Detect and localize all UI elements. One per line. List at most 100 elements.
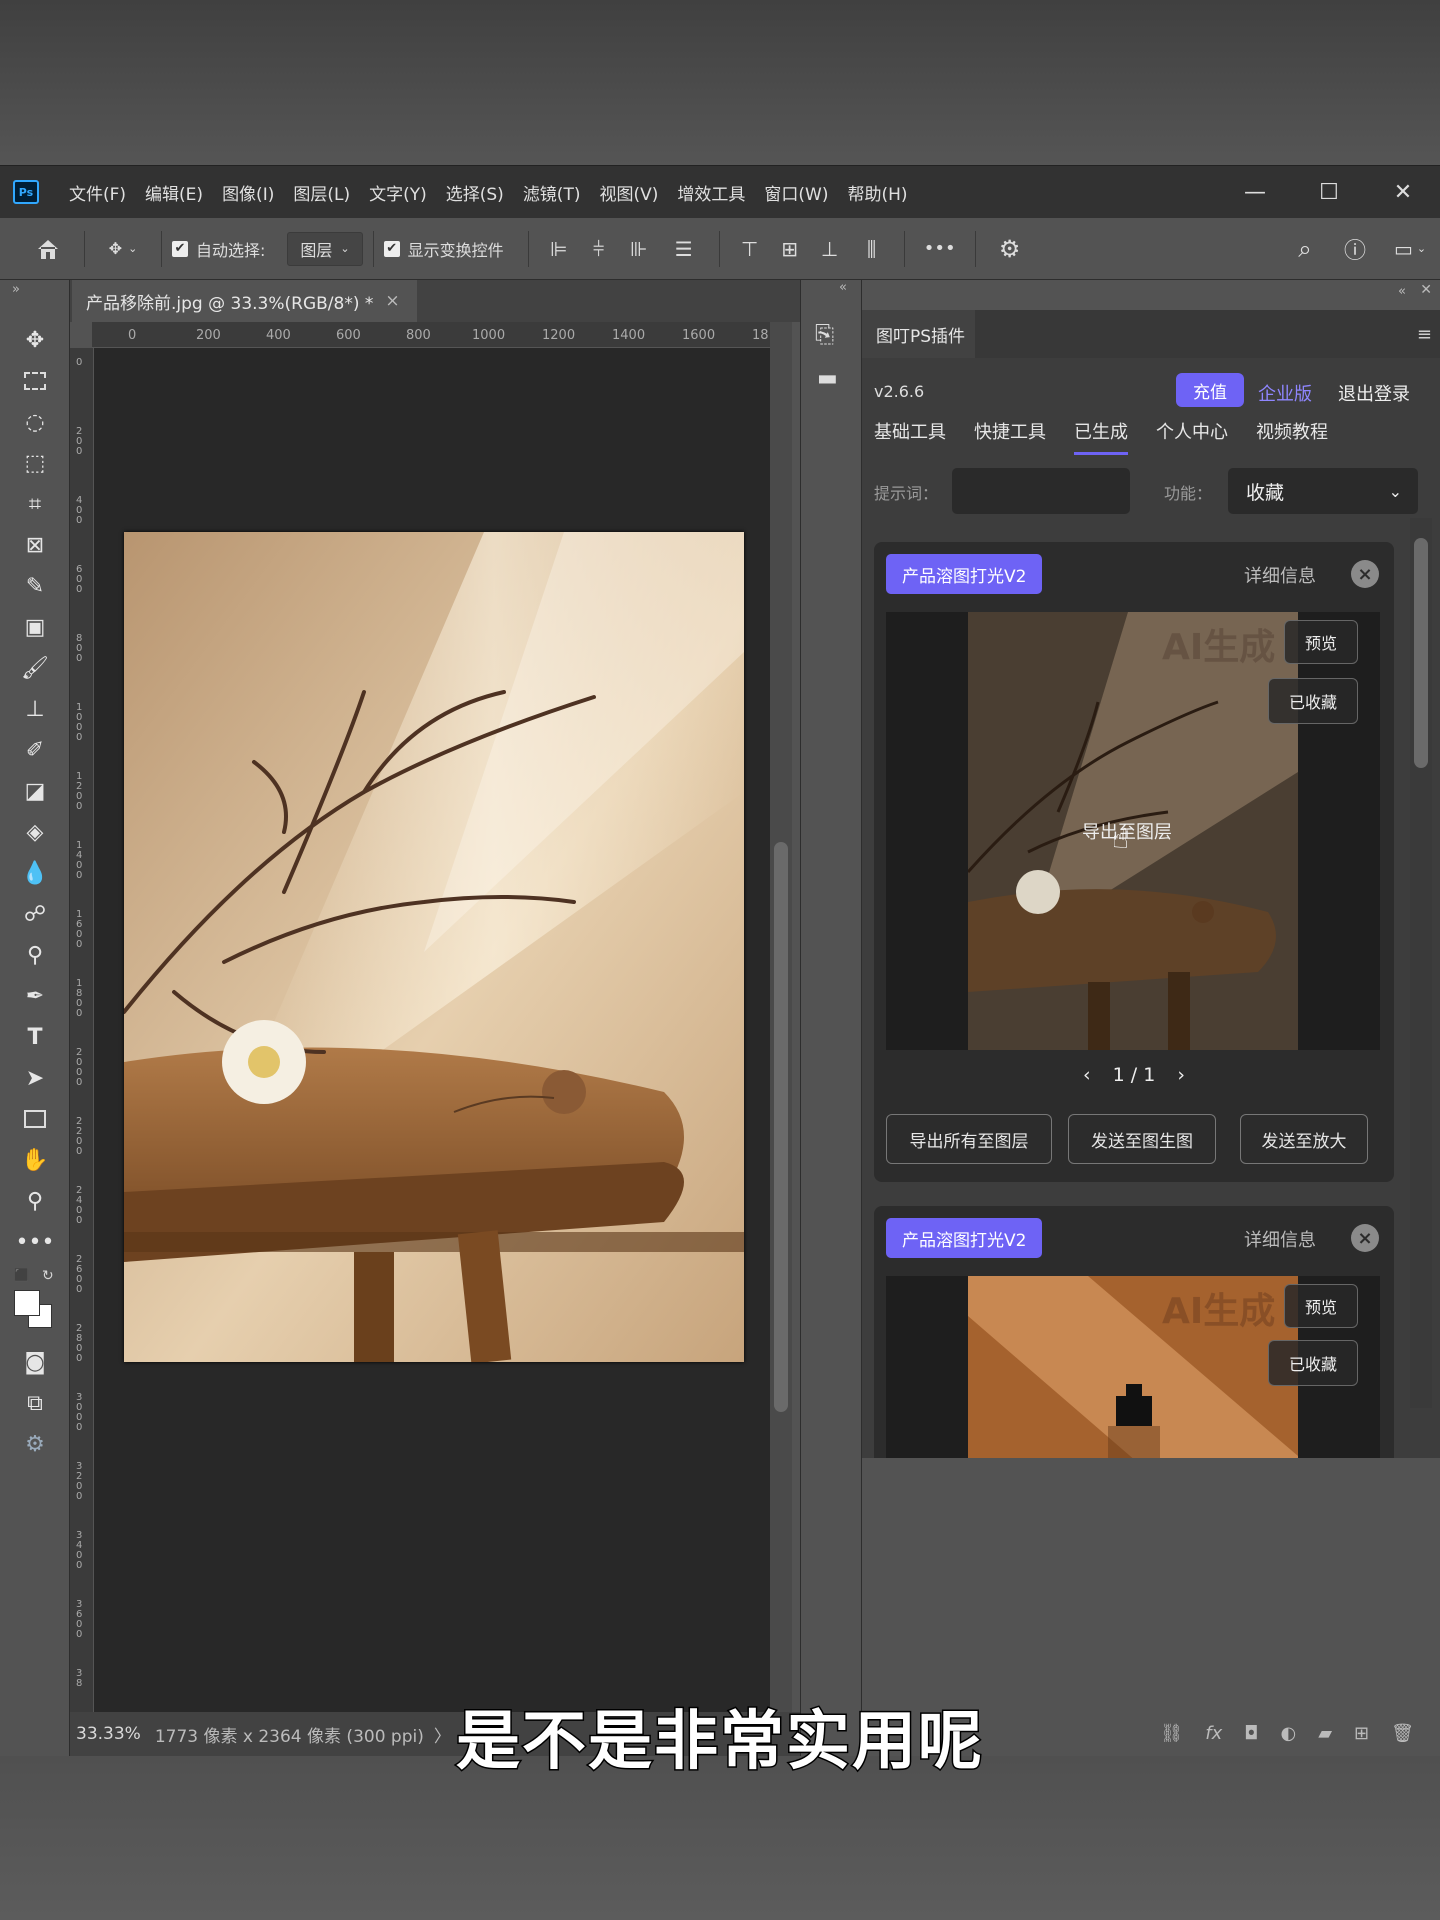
move-tool-preset-icon[interactable]: ✥ ⌄: [95, 239, 151, 258]
align-left-icon[interactable]: ⊫: [539, 237, 579, 261]
tab-basic-tools[interactable]: 基础工具: [874, 418, 946, 455]
expand-icon[interactable]: «: [839, 280, 847, 295]
color-swatches[interactable]: ⬛ ↻: [14, 1268, 54, 1328]
object-select-tool-icon[interactable]: ⬚: [14, 445, 56, 481]
favorited-button[interactable]: 已收藏: [1268, 1340, 1358, 1386]
paint-bucket-tool-icon[interactable]: ◈: [14, 814, 56, 850]
results-list: 产品溶图打光V2 详细信息 × AI生成 预览 已收藏 导出至图层 ☝ ‹ 1 …: [862, 542, 1410, 1458]
menu-select[interactable]: 选择(S): [446, 180, 504, 205]
minimize-button[interactable]: —: [1218, 166, 1292, 218]
close-button[interactable]: ✕: [1366, 166, 1440, 218]
document-tab[interactable]: 产品移除前.jpg @ 33.3%(RGB/8*) * ×: [72, 280, 417, 322]
comments-panel-icon[interactable]: ▬: [817, 366, 838, 391]
send-upscale-button[interactable]: 发送至放大: [1240, 1114, 1368, 1164]
rectangle-tool-icon[interactable]: [14, 1101, 56, 1137]
workspace-icon[interactable]: ▭ ⌄: [1380, 237, 1440, 261]
pen-tool-icon[interactable]: ✒: [14, 978, 56, 1014]
next-page-icon[interactable]: ›: [1177, 1064, 1185, 1086]
menu-type[interactable]: 文字(Y): [369, 180, 427, 205]
align-right-icon[interactable]: ⊪: [619, 237, 659, 261]
close-icon[interactable]: ×: [1351, 1224, 1379, 1252]
marquee-tool-icon[interactable]: [14, 363, 56, 399]
type-tool-icon[interactable]: T: [14, 1019, 56, 1055]
preview-button[interactable]: 预览: [1284, 620, 1358, 664]
tab-personal-center[interactable]: 个人中心: [1156, 418, 1228, 455]
close-icon[interactable]: ×: [1351, 560, 1379, 588]
align-middle-icon[interactable]: ⊞: [770, 237, 810, 261]
stamp-tool-icon[interactable]: ⊥: [14, 691, 56, 727]
crop-tool-icon[interactable]: ⌗: [14, 486, 56, 522]
blur-tool-icon[interactable]: 💧: [14, 855, 56, 891]
screen-mode-icon[interactable]: ⧉: [14, 1385, 56, 1421]
detail-link[interactable]: 详细信息: [1244, 562, 1316, 588]
move-tool-icon[interactable]: ✥: [14, 322, 56, 358]
panel-close-icon[interactable]: ✕: [1420, 282, 1432, 298]
zoom-tool-icon[interactable]: ⚲: [14, 1183, 56, 1219]
distribute-vertical-icon[interactable]: ⫼: [850, 237, 894, 261]
search-icon[interactable]: ⌕: [1280, 235, 1330, 263]
show-transform-checkbox[interactable]: ✔ 显示变换控件: [383, 237, 504, 261]
collapse-icon[interactable]: »: [12, 282, 20, 297]
menu-image[interactable]: 图像(I): [222, 180, 274, 205]
plugin-panel-tab[interactable]: 图叮PS插件: [862, 310, 975, 358]
close-tab-icon[interactable]: ×: [385, 291, 399, 311]
auto-select-dropdown[interactable]: 图层 ⌄: [287, 231, 363, 266]
menu-help[interactable]: 帮助(H): [847, 180, 907, 205]
tab-quick-tools[interactable]: 快捷工具: [974, 418, 1046, 455]
tab-video-tutorials[interactable]: 视频教程: [1256, 418, 1328, 455]
eraser-tool-icon[interactable]: ◪: [14, 773, 56, 809]
auto-select-checkbox[interactable]: ✔ 自动选择:: [172, 237, 265, 261]
align-center-icon[interactable]: ⫩: [579, 237, 619, 261]
ruler-v-label: 800: [76, 633, 83, 664]
result-thumbnail[interactable]: AI生成 预览 已收藏 导出至图层 ☝: [886, 612, 1380, 1050]
maximize-button[interactable]: ☐: [1292, 166, 1366, 218]
edit-toolbar-icon[interactable]: •••: [14, 1224, 56, 1260]
hand-tool-icon[interactable]: ✋: [14, 1142, 56, 1178]
tab-generated[interactable]: 已生成: [1074, 418, 1128, 455]
home-icon[interactable]: [22, 237, 74, 261]
prev-page-icon[interactable]: ‹: [1083, 1064, 1091, 1086]
smudge-tool-icon[interactable]: ☍: [14, 896, 56, 932]
gear-icon[interactable]: ⚙: [986, 235, 1034, 263]
detail-link[interactable]: 详细信息: [1244, 1226, 1316, 1252]
more-options-icon[interactable]: •••: [915, 238, 965, 259]
distribute-icon[interactable]: ☰: [659, 237, 709, 261]
panel-collapse-icon[interactable]: «: [1398, 284, 1406, 299]
panel-menu-icon[interactable]: ≡: [1417, 324, 1432, 345]
logout-link[interactable]: 退出登录: [1338, 380, 1410, 406]
send-img2img-button[interactable]: 发送至图生图: [1068, 1114, 1216, 1164]
menu-view[interactable]: 视图(V): [599, 180, 658, 205]
plugin-scrollbar[interactable]: [1410, 518, 1432, 1408]
lasso-tool-icon[interactable]: ◌: [14, 404, 56, 440]
preview-button[interactable]: 预览: [1284, 1284, 1358, 1328]
canvas-scrollbar[interactable]: [770, 322, 792, 1712]
menu-plugins[interactable]: 增效工具: [677, 180, 745, 205]
path-select-tool-icon[interactable]: ➤: [14, 1060, 56, 1096]
function-dropdown[interactable]: 收藏 ⌄: [1228, 468, 1418, 514]
favorited-button[interactable]: 已收藏: [1268, 678, 1358, 724]
eyedropper-tool-icon[interactable]: ✎: [14, 568, 56, 604]
generative-icon[interactable]: ⚙: [14, 1426, 56, 1462]
frame-tool-icon[interactable]: ⊠: [14, 527, 56, 563]
align-bottom-icon[interactable]: ⊥: [810, 237, 850, 261]
history-brush-tool-icon[interactable]: ✐: [14, 732, 56, 768]
dodge-tool-icon[interactable]: ⚲: [14, 937, 56, 973]
ruler-v-label: 3600: [76, 1599, 83, 1640]
brush-tool-icon[interactable]: 🖌: [14, 650, 56, 686]
export-all-button[interactable]: 导出所有至图层: [886, 1114, 1052, 1164]
align-top-icon[interactable]: ⊤: [730, 237, 770, 261]
menu-window[interactable]: 窗口(W): [764, 180, 828, 205]
ruler-v-label: 1400: [76, 840, 83, 881]
help-icon[interactable]: ⓘ: [1330, 233, 1380, 265]
recharge-button[interactable]: 充值: [1176, 373, 1244, 407]
quick-mask-icon[interactable]: ◙: [14, 1344, 56, 1380]
healing-tool-icon[interactable]: ▣: [14, 609, 56, 645]
menu-file[interactable]: 文件(F): [69, 180, 126, 205]
enterprise-link[interactable]: 企业版: [1258, 380, 1312, 406]
menu-layer[interactable]: 图层(L): [293, 180, 350, 205]
history-panel-icon[interactable]: ⎘: [815, 320, 834, 348]
result-thumbnail[interactable]: AI生成 预览 已收藏: [886, 1276, 1380, 1458]
menu-edit[interactable]: 编辑(E): [145, 180, 203, 205]
menu-filter[interactable]: 滤镜(T): [523, 180, 581, 205]
prompt-input[interactable]: [952, 468, 1130, 514]
